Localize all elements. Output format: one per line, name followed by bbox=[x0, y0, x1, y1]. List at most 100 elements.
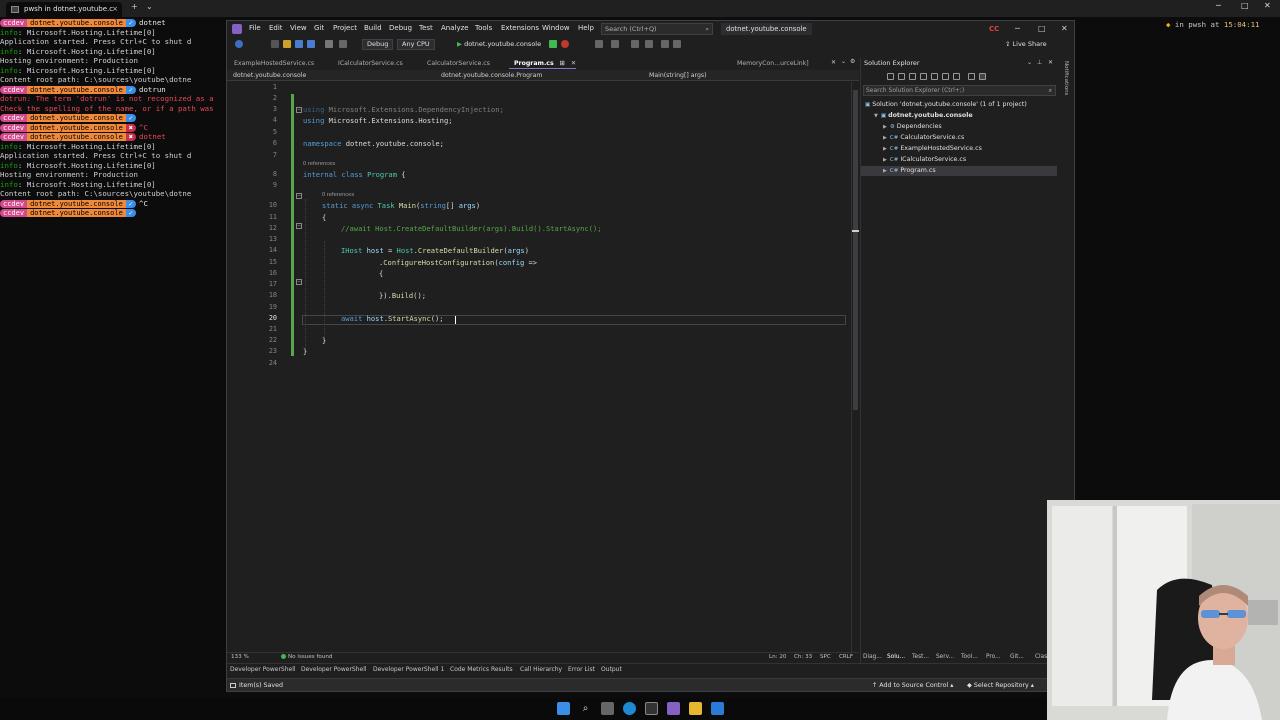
minimize-icon[interactable]: ─ bbox=[1216, 1, 1221, 10]
menu-test[interactable]: Test bbox=[419, 24, 433, 32]
start-without-debugging-icon[interactable] bbox=[549, 40, 557, 48]
collapse-all-icon[interactable] bbox=[942, 73, 949, 80]
select-repository-button[interactable]: ◆ Select Repository ▴ bbox=[967, 682, 1034, 689]
solution-node[interactable]: ▣ Solution 'dotnet.youtube.console' (1 of… bbox=[865, 99, 1027, 110]
project-dropdown[interactable]: dotnet.youtube.console bbox=[233, 71, 306, 80]
terminal-app-icon[interactable] bbox=[645, 702, 658, 715]
preview-icon[interactable] bbox=[979, 73, 986, 80]
pin-tab-icon[interactable]: ⊞ bbox=[560, 60, 565, 67]
line-ending-indicator[interactable]: CRLF bbox=[839, 654, 853, 660]
maximize-icon[interactable]: □ bbox=[1241, 1, 1249, 10]
search-icon[interactable]: ⌕ bbox=[579, 702, 592, 715]
file-node[interactable]: ▶ C# ICalculatorService.cs bbox=[883, 154, 966, 165]
collapse-icon[interactable]: − bbox=[296, 107, 302, 113]
project-node[interactable]: ▼ ▣ dotnet.youtube.console bbox=[874, 110, 973, 121]
menu-extensions[interactable]: Extensions bbox=[501, 24, 539, 32]
app-icon[interactable] bbox=[711, 702, 724, 715]
menu-window[interactable]: Window bbox=[542, 24, 570, 32]
visual-studio-window[interactable]: File Edit View Git Project Build Debug Test Anal… bbox=[226, 20, 1075, 692]
type-dropdown[interactable]: dotnet.youtube.console.Program bbox=[441, 71, 542, 80]
back-icon[interactable] bbox=[235, 40, 243, 48]
redo-icon[interactable] bbox=[339, 40, 347, 48]
tool-window-tab[interactable]: Call Hierarchy bbox=[520, 666, 562, 673]
collapse-icon[interactable]: − bbox=[296, 223, 302, 229]
task-view-icon[interactable] bbox=[601, 702, 614, 715]
save-icon[interactable] bbox=[295, 40, 303, 48]
visual-studio-app-icon[interactable] bbox=[667, 702, 680, 715]
pending-changes-icon[interactable] bbox=[909, 73, 916, 80]
tool-window-tab[interactable]: Error List bbox=[568, 666, 595, 673]
toolbar-icon[interactable] bbox=[645, 40, 653, 48]
start-debugging-button[interactable]: ▶ dotnet.youtube.console bbox=[457, 39, 541, 50]
menu-debug[interactable]: Debug bbox=[389, 24, 412, 32]
expand-icon[interactable]: ▼ bbox=[874, 113, 878, 119]
char-indicator[interactable]: Ch: 33 bbox=[794, 654, 812, 660]
whitespace-indicator[interactable]: SPC bbox=[820, 654, 831, 660]
live-share-button[interactable]: ⇪ Live Share bbox=[1005, 40, 1047, 48]
menu-git[interactable]: Git bbox=[314, 24, 324, 32]
collapse-arrow-icon[interactable]: ▶ bbox=[883, 168, 887, 174]
code-lens-references[interactable]: 0 references bbox=[303, 161, 335, 167]
tool-window-tab[interactable]: Developer PowerShell 1 bbox=[373, 666, 444, 673]
close-window-icon[interactable]: ✕ bbox=[1264, 1, 1271, 10]
toolbar-icon[interactable] bbox=[631, 40, 639, 48]
switch-views-icon[interactable] bbox=[898, 73, 905, 80]
solution-search-input[interactable]: Search Solution Explorer (Ctrl+;) ⌕ bbox=[863, 85, 1056, 96]
close-tab-icon[interactable]: × bbox=[112, 2, 118, 17]
side-panel-tab[interactable]: Pro... bbox=[986, 654, 1001, 660]
chevron-down-icon[interactable]: ⌄ bbox=[1027, 59, 1032, 66]
show-all-files-icon[interactable] bbox=[953, 73, 960, 80]
terminal-tab[interactable]: pwsh in dotnet.youtube.c × bbox=[6, 2, 122, 17]
properties-icon[interactable] bbox=[968, 73, 975, 80]
side-panel-tab[interactable]: Git... bbox=[1010, 654, 1024, 660]
menu-view[interactable]: View bbox=[290, 24, 307, 32]
side-panel-tab[interactable]: Tool... bbox=[961, 654, 978, 660]
close-document-icon[interactable]: ✕ bbox=[831, 59, 836, 66]
undo-icon[interactable] bbox=[325, 40, 333, 48]
add-to-source-control-button[interactable]: ↑ Add to Source Control ▴ bbox=[872, 682, 953, 689]
dependencies-node[interactable]: ▶ ⚙ Dependencies bbox=[883, 121, 942, 132]
chevron-down-icon[interactable]: ⌄ bbox=[146, 2, 153, 11]
edge-icon[interactable] bbox=[623, 702, 636, 715]
tool-window-tab[interactable]: Code Metrics Results bbox=[450, 666, 513, 673]
side-panel-tab[interactable]: Serv... bbox=[936, 654, 954, 660]
menu-help[interactable]: Help bbox=[578, 24, 594, 32]
document-tab[interactable]: Program.cs ⊞ ✕ bbox=[509, 58, 577, 69]
solution-explorer-panel[interactable]: Solution Explorer ⌄ ⊥ ✕ Search Solution … bbox=[860, 58, 1057, 663]
collapse-arrow-icon[interactable]: ▶ bbox=[883, 146, 887, 152]
maximize-icon[interactable]: □ bbox=[1038, 24, 1046, 33]
document-tab[interactable]: MemoryCon...urceLink] bbox=[732, 58, 809, 69]
pin-icon[interactable]: ⊥ bbox=[1037, 59, 1042, 66]
member-dropdown[interactable]: Main(string[] args) bbox=[649, 71, 707, 80]
sync-icon[interactable] bbox=[920, 73, 927, 80]
start-icon[interactable] bbox=[557, 702, 570, 715]
side-panel-tab[interactable]: Test... bbox=[912, 654, 929, 660]
document-tab[interactable]: CalculatorService.cs bbox=[422, 58, 490, 69]
settings-icon[interactable]: ⚙ bbox=[850, 58, 855, 65]
file-node[interactable]: ▶ C# Program.cs bbox=[883, 165, 936, 176]
close-window-icon[interactable]: ✕ bbox=[1061, 24, 1068, 33]
file-node[interactable]: ▶ C# CalculatorService.cs bbox=[883, 132, 964, 143]
document-tab[interactable]: ICalculatorService.cs bbox=[333, 58, 403, 69]
issues-indicator[interactable]: No issues found bbox=[281, 654, 332, 660]
minimize-icon[interactable]: ─ bbox=[1015, 24, 1020, 33]
toolbar-icon[interactable] bbox=[661, 40, 669, 48]
terminal-output[interactable]: ccdev dotnet.youtube.console ✓ dotnet info: … bbox=[0, 18, 226, 218]
search-input[interactable]: Search (Ctrl+Q) ⌕ bbox=[601, 23, 713, 35]
side-panel-tab[interactable]: Solu... bbox=[887, 654, 905, 660]
tool-window-tab[interactable]: Developer PowerShell bbox=[230, 666, 296, 673]
side-panel-tab[interactable]: Diag... bbox=[863, 654, 882, 660]
collapse-icon[interactable]: − bbox=[296, 193, 302, 199]
collapse-arrow-icon[interactable]: ▶ bbox=[883, 124, 887, 130]
collapse-arrow-icon[interactable]: ▶ bbox=[883, 157, 887, 163]
new-item-icon[interactable] bbox=[271, 40, 279, 48]
collapse-icon[interactable]: − bbox=[296, 279, 302, 285]
collapse-arrow-icon[interactable]: ▶ bbox=[883, 135, 887, 141]
zoom-level[interactable]: 133 % bbox=[231, 654, 249, 660]
menu-analyze[interactable]: Analyze bbox=[441, 24, 469, 32]
open-folder-icon[interactable] bbox=[283, 40, 291, 48]
close-tab-icon[interactable]: ✕ bbox=[571, 60, 576, 67]
tab-overflow-icon[interactable]: ⌄ bbox=[841, 58, 846, 65]
document-tab[interactable]: ExampleHostedService.cs bbox=[229, 58, 314, 69]
code-lens-references[interactable]: 0 references bbox=[322, 192, 354, 198]
